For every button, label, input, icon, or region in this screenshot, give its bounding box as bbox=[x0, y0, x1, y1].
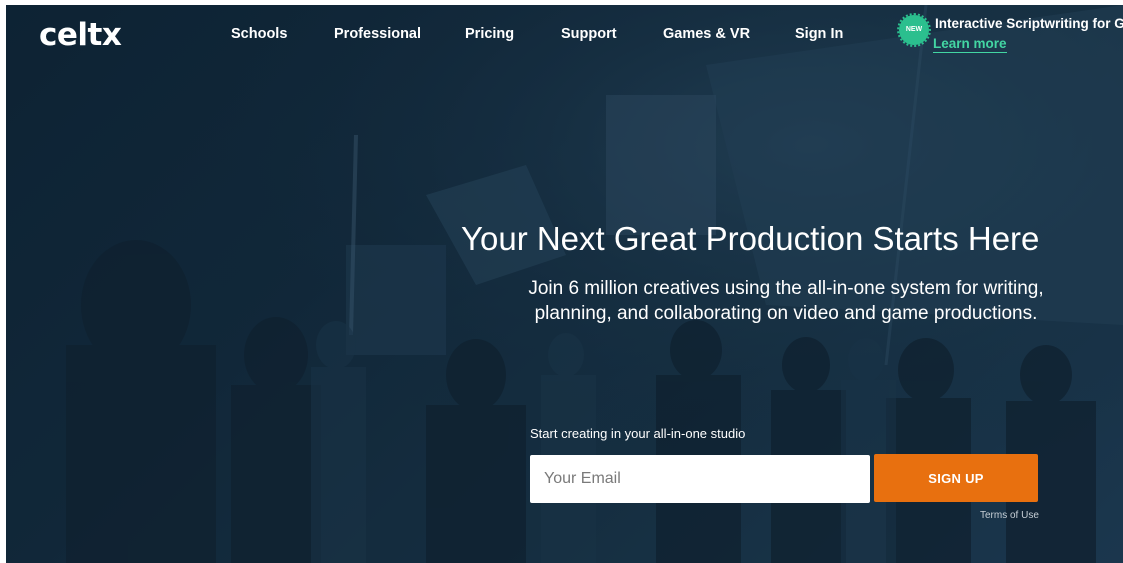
nav-item-professional[interactable]: Professional bbox=[334, 25, 421, 43]
top-navigation: celtx Schools Professional Pricing Suppo… bbox=[6, 5, 1123, 65]
hero-section: celtx Schools Professional Pricing Suppo… bbox=[6, 5, 1123, 563]
email-input[interactable] bbox=[530, 455, 870, 503]
hero-headline: Your Next Great Production Starts Here bbox=[461, 220, 1040, 257]
nav-item-schools[interactable]: Schools bbox=[231, 25, 287, 43]
celtx-logo[interactable]: celtx bbox=[39, 17, 122, 53]
nav-item-support[interactable]: Support bbox=[561, 25, 617, 43]
new-badge-icon: NEW bbox=[897, 13, 931, 47]
promo-banner: NEW Interactive Scriptwriting for G Lear… bbox=[897, 11, 1123, 61]
signup-label: Start creating in your all-in-one studio bbox=[530, 426, 746, 441]
promo-title: Interactive Scriptwriting for G bbox=[935, 16, 1123, 31]
nav-item-games-vr[interactable]: Games & VR bbox=[663, 25, 750, 43]
terms-of-use-link[interactable]: Terms of Use bbox=[980, 510, 1039, 521]
learn-more-link[interactable]: Learn more bbox=[933, 36, 1007, 53]
sign-up-button[interactable]: SIGN UP bbox=[874, 454, 1038, 502]
nav-item-pricing[interactable]: Pricing bbox=[465, 25, 514, 43]
nav-item-sign-in[interactable]: Sign In bbox=[795, 25, 843, 43]
hero-subheading: Join 6 million creatives using the all-i… bbox=[528, 278, 1044, 324]
